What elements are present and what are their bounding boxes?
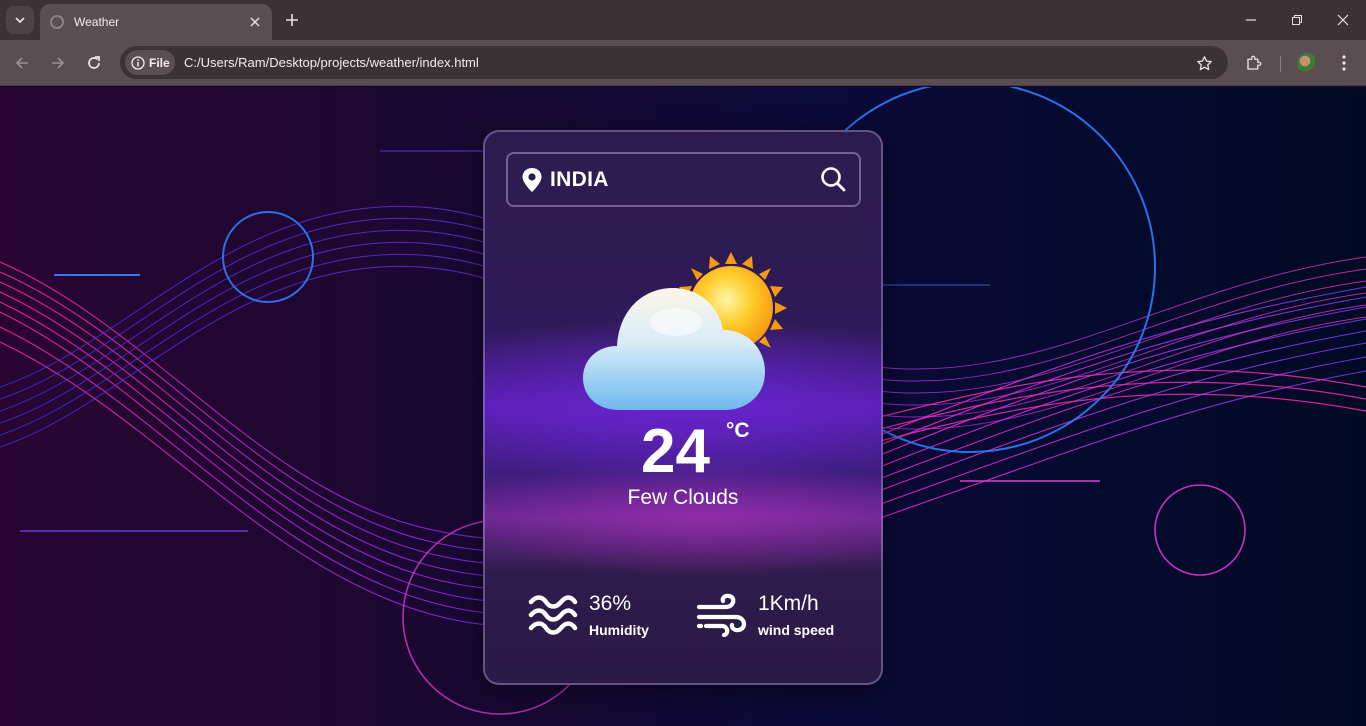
arrow-left-icon [15, 57, 28, 69]
temperature-value: 24 [641, 417, 710, 486]
bookmark-button[interactable] [1192, 51, 1216, 75]
wind-detail: 1Km/h wind speed [696, 592, 834, 638]
tab-title: Weather [74, 15, 120, 29]
puzzle-icon [1247, 55, 1262, 70]
browser-toolbar: File C:/Users/Ram/Desktop/projects/weath… [0, 40, 1366, 86]
tab-weather[interactable]: Weather [40, 4, 272, 40]
location-search-box[interactable]: INDIA [506, 152, 861, 207]
kebab-menu-icon [1342, 55, 1346, 71]
wind-icon [696, 593, 747, 637]
reload-icon [88, 56, 100, 69]
chevron-down-icon [15, 17, 25, 24]
url-text[interactable]: C:/Users/Ram/Desktop/projects/weather/in… [184, 55, 479, 70]
address-bar[interactable]: File C:/Users/Ram/Desktop/projects/weath… [120, 46, 1228, 79]
weather-page: INDIA 24 °C Few Clouds 36% Humidity 1Km/… [0, 87, 1366, 726]
plus-icon [286, 14, 298, 26]
minimize-icon [1246, 19, 1256, 21]
forward-button[interactable] [46, 51, 70, 75]
minimize-button[interactable] [1237, 6, 1265, 34]
profile-avatar[interactable] [1297, 53, 1317, 73]
cloud-sun-icon [583, 252, 787, 410]
wind-value: 1Km/h [758, 592, 819, 615]
close-icon [1337, 14, 1349, 26]
globe-icon [50, 15, 64, 29]
location-pin-icon [522, 168, 542, 192]
extensions-button[interactable] [1242, 51, 1266, 75]
file-scheme-label: File [149, 55, 170, 70]
restore-button[interactable] [1283, 6, 1311, 34]
toolbar-divider [1280, 56, 1281, 72]
site-info-chip[interactable]: File [125, 50, 175, 75]
weather-card: INDIA 24 °C Few Clouds 36% Humidity 1Km/… [483, 130, 883, 685]
info-icon [131, 55, 145, 70]
temperature-unit: °C [726, 419, 750, 442]
tab-search-button[interactable] [6, 6, 34, 34]
tab-close-button[interactable] [246, 13, 264, 31]
new-tab-button[interactable] [280, 8, 304, 32]
humidity-label: Humidity [589, 622, 649, 638]
humidity-value: 36% [589, 592, 632, 615]
browser-tab-strip: Weather [0, 0, 1366, 40]
back-button[interactable] [10, 51, 34, 75]
arrow-right-icon [52, 57, 65, 69]
close-window-button[interactable] [1329, 6, 1357, 34]
weather-description: Few Clouds [627, 486, 739, 509]
browser-menu-button[interactable] [1332, 51, 1356, 75]
restore-icon [1292, 15, 1302, 25]
location-input[interactable]: INDIA [550, 168, 609, 192]
search-icon[interactable] [819, 165, 847, 193]
star-icon [1196, 55, 1212, 70]
reload-button[interactable] [82, 51, 106, 75]
wind-label: wind speed [758, 622, 835, 638]
close-icon [250, 17, 260, 27]
waves-icon [528, 595, 578, 635]
humidity-detail: 36% Humidity [527, 592, 649, 638]
